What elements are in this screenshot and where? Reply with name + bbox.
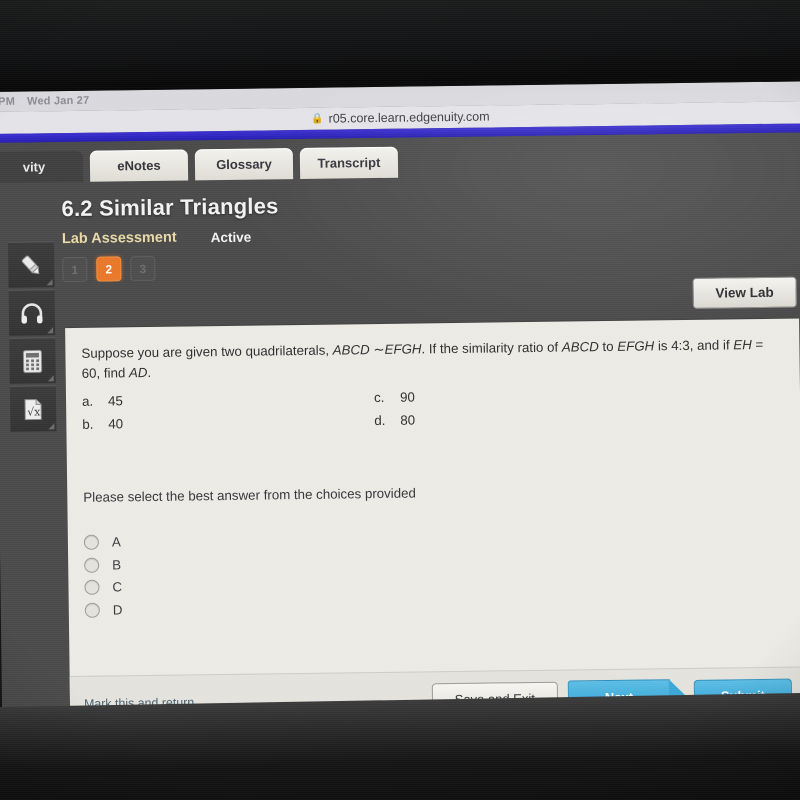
calculator-tool-button[interactable] — [9, 337, 56, 384]
read-aloud-tool-button[interactable] — [8, 289, 56, 336]
choice-d-label: d. — [374, 413, 386, 429]
tab-glossary[interactable]: Glossary — [194, 148, 294, 181]
tab-enotes[interactable]: eNotes — [89, 149, 189, 182]
tab-glossary-label: Glossary — [216, 156, 272, 173]
question-var-eh: EH — [733, 337, 752, 353]
question-seg-2: . If the similarity ratio of — [421, 339, 562, 357]
question-seg-6: . — [147, 364, 152, 380]
radio-label-d: D — [112, 602, 123, 618]
choice-c-value: 90 — [399, 389, 415, 405]
radio-circle-a[interactable] — [83, 534, 100, 551]
lock-icon: 🔒 — [311, 113, 324, 125]
highlighter-icon — [18, 252, 44, 278]
radio-circle-b[interactable] — [84, 557, 100, 573]
formula-icon: √x — [21, 396, 45, 422]
calculator-icon — [20, 348, 44, 374]
question-seg-1: Suppose you are given two quadrilaterals… — [81, 342, 333, 361]
pager-page-3[interactable]: 3 — [130, 255, 156, 282]
svg-text:√x: √x — [27, 405, 41, 418]
radio-circle-d[interactable] — [84, 602, 100, 618]
lesson-header: 6.2 Similar Triangles Lab Assessment Act… — [0, 172, 800, 283]
formula-sheet-tool-button[interactable]: √x — [9, 385, 57, 432]
answer-prompt: Please select the best answer from the c… — [83, 485, 416, 506]
status-time: PM — [0, 95, 16, 108]
radio-label-b: B — [112, 557, 122, 573]
photo-of-screen: PM Wed Jan 27 🔒 r05.core.learn.edgenuity… — [0, 0, 800, 800]
tab-transcript[interactable]: Transcript — [299, 146, 399, 179]
question-text: Suppose you are given two quadrilaterals… — [65, 318, 800, 383]
page-title: 6.2 Similar Triangles — [61, 193, 279, 222]
headphones-icon — [19, 300, 45, 326]
question-var-efgh-2: EFGH — [617, 338, 655, 354]
similarity-symbol: ∼ — [369, 341, 385, 358]
status-badge: Active — [210, 229, 252, 245]
question-var-abcd-2: ABCD — [561, 339, 599, 355]
radio-group: A B C D — [83, 522, 800, 621]
url-text: r05.core.learn.edgenuity.com — [328, 109, 490, 126]
choice-b-value: 40 — [108, 416, 124, 432]
pager-page-2[interactable]: 2 — [96, 256, 122, 282]
assessment-type-label: Lab Assessment — [61, 229, 177, 248]
question-seg-4: is 4:3, and if — [654, 337, 734, 354]
radio-label-c: C — [112, 579, 123, 595]
choice-b-label: b. — [82, 416, 94, 433]
question-var-abcd-1: ABCD — [332, 342, 370, 358]
question-card: Suppose you are given two quadrilaterals… — [65, 318, 800, 732]
choices-column-right: c. 90 d. 80 — [374, 382, 667, 432]
tab-activity[interactable]: vity — [0, 150, 84, 184]
tab-activity-label: vity — [22, 159, 46, 175]
tab-transcript-label: Transcript — [317, 154, 381, 171]
choices-column-left: a. 45 b. 40 — [82, 386, 375, 436]
screen-content: PM Wed Jan 27 🔒 r05.core.learn.edgenuity… — [0, 81, 800, 740]
view-lab-button[interactable]: View Lab — [692, 276, 797, 309]
choice-a-value: 45 — [107, 393, 123, 409]
question-var-ad: AD — [128, 364, 148, 381]
pager-page-1[interactable]: 1 — [62, 256, 88, 283]
tool-rail: √x — [7, 241, 57, 434]
status-date: Wed Jan 27 — [26, 94, 90, 108]
choice-a-label: a. — [81, 393, 94, 409]
tab-enotes-label: eNotes — [117, 157, 161, 174]
radio-label-a: A — [111, 534, 121, 550]
choice-d-value: 80 — [400, 412, 416, 428]
question-var-efgh-1: EFGH — [384, 341, 422, 357]
choice-c-label: c. — [373, 389, 385, 405]
question-seg-3: to — [598, 338, 618, 355]
monitor-bezel-bottom — [0, 692, 800, 800]
choice-b[interactable]: b. 40 — [82, 409, 374, 436]
radio-circle-c[interactable] — [84, 579, 100, 596]
choice-d[interactable]: d. 80 — [374, 405, 666, 432]
lesson-subline: Lab Assessment Active — [62, 221, 800, 247]
highlighter-tool-button[interactable] — [7, 241, 55, 288]
